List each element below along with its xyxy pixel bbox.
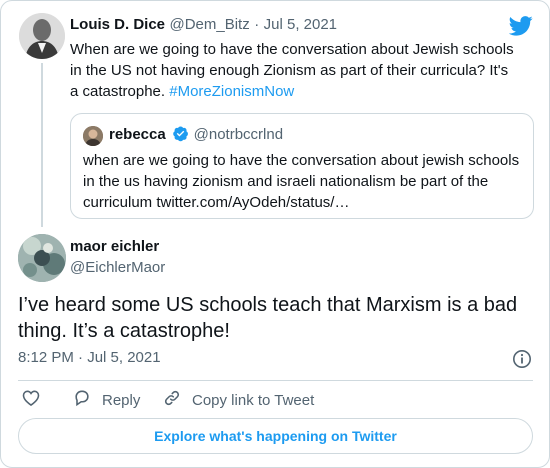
heart-icon — [21, 388, 51, 412]
verified-badge-icon — [172, 125, 189, 142]
quoted-tweet-text: when are we going to have the conversati… — [83, 152, 520, 211]
reply-label: Reply — [102, 391, 141, 409]
quoted-tweet-avatar — [83, 126, 103, 146]
quoted-handle: @notrbccrlnd — [193, 126, 284, 143]
parent-tweet-text: When are we going to have the conversati… — [70, 39, 520, 102]
reply-icon — [72, 388, 102, 412]
twitter-bird-icon[interactable] — [508, 16, 533, 36]
quoted-display-name: rebecca — [109, 126, 166, 143]
main-tweet-avatar[interactable] — [18, 234, 66, 282]
quoted-tweet-header: rebecca @notrbccrlnd — [109, 125, 283, 144]
tweet-timestamp[interactable]: 8:12 PM · Jul 5, 2021 — [18, 349, 161, 366]
main-handle[interactable]: @EichlerMaor — [70, 259, 165, 276]
copy-link-label: Copy link to Tweet — [192, 391, 315, 409]
reply-button[interactable]: Reply — [72, 389, 140, 411]
header-separator: · — [254, 16, 260, 33]
main-display-name[interactable]: maor eichler — [70, 238, 159, 255]
quoted-tweet-card[interactable]: rebecca @notrbccrlnd when are we going t… — [70, 113, 534, 219]
hashtag-link[interactable]: #MoreZionismNow — [169, 83, 294, 100]
like-button[interactable] — [21, 389, 51, 411]
parent-display-name[interactable]: Louis D. Dice — [70, 16, 165, 33]
main-tweet-text: I’ve heard some US schools teach that Ma… — [18, 294, 518, 342]
info-icon[interactable] — [512, 349, 532, 369]
parent-tweet-avatar[interactable] — [19, 13, 65, 59]
tweet-embed-card: Louis D. Dice @Dem_Bitz · Jul 5, 2021 Wh… — [0, 0, 550, 468]
parent-tweet-header: Louis D. Dice @Dem_Bitz · Jul 5, 2021 — [70, 16, 337, 34]
explore-button[interactable]: Explore what's happening on Twitter — [18, 418, 533, 454]
parent-handle[interactable]: @Dem_Bitz — [169, 16, 249, 33]
copy-link-button[interactable]: Copy link to Tweet — [162, 389, 314, 411]
link-icon — [162, 388, 192, 412]
parent-date[interactable]: Jul 5, 2021 — [264, 16, 337, 33]
thread-connector-line — [41, 63, 43, 227]
action-divider — [18, 380, 533, 381]
